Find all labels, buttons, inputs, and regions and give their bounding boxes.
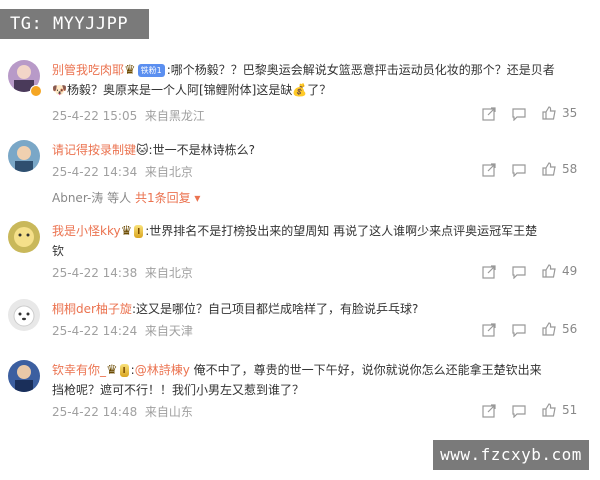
avatar-image [8, 360, 40, 392]
comment-meta: 25-4-22 14:38 来自北京 [52, 264, 193, 281]
comment-body-suffix: 了？ [307, 83, 332, 97]
share-icon[interactable] [482, 163, 496, 177]
avatar[interactable] [8, 299, 40, 331]
avatar[interactable] [8, 140, 40, 172]
level-badge: I [119, 364, 129, 377]
comment-body: :世一不是林诗栋么? [148, 143, 255, 157]
comment-text-line2: 钦 [52, 241, 64, 261]
verified-icon [30, 85, 42, 97]
like-icon[interactable] [542, 322, 556, 336]
comment-body: :这又是哪位？自己项目都烂成啥样了，有脸说乒乓球? [131, 302, 419, 316]
like-count: 35 [562, 106, 578, 120]
comment-body-line2: 钦 [52, 244, 65, 258]
comment-meta: 25-4-22 14:24 来自天津 [52, 322, 193, 339]
like-count: 49 [562, 264, 578, 278]
reply-count-link[interactable]: 共1条回复 [135, 191, 191, 205]
username[interactable]: 我是小怪kky [52, 224, 121, 238]
avatar[interactable] [8, 360, 40, 392]
like-icon[interactable] [542, 403, 556, 417]
comment-text: 我是小怪kky♛ I:世界排名不是打榜投出来的望周知 再说了这人谁啊少来点评奥运冠… [52, 221, 537, 242]
reply-user[interactable]: Abner-涛 [52, 191, 103, 205]
location: 来自山东 [144, 405, 193, 419]
username[interactable]: 请记得按录制键 [52, 143, 136, 157]
username[interactable]: 别管我吃肉耶 [52, 63, 124, 77]
like-count: 56 [562, 322, 578, 336]
like-count: 51 [562, 403, 578, 417]
comment-text-line2: 挡枪呢？遮可不行！！我们小男左又惹到谁了？ [52, 380, 304, 400]
username[interactable]: 桐桐der柚子旋 [52, 302, 132, 316]
timestamp: 25-4-22 14:34 [52, 165, 138, 179]
share-icon[interactable] [482, 323, 496, 337]
comment-text: 别管我吃肉耶♛ 铁粉1:哪个杨毅？？巴黎奥运会解说女篮恶意抨击运动员化妆的那个？还… [52, 60, 555, 81]
share-icon[interactable] [482, 265, 496, 279]
timestamp: 25-4-22 14:38 [52, 266, 138, 280]
crown-icon: ♛ [124, 62, 136, 78]
comment-icon[interactable] [512, 323, 526, 337]
watermark-bottom-right: www.fzcxyb.com [433, 440, 589, 470]
location: 来自黑龙江 [144, 109, 205, 123]
timestamp: 25-4-22 15:05 [52, 109, 138, 123]
mention-link[interactable]: @林詩棟y [135, 363, 190, 377]
avatar[interactable] [8, 221, 40, 253]
emoji-icon: 🐱 [136, 143, 149, 157]
comment-text: 请记得按录制键🐱:世一不是林诗栋么? [52, 140, 255, 160]
location: 来自天津 [144, 324, 193, 338]
level-badge: I [134, 225, 144, 238]
comment-icon[interactable] [512, 107, 526, 121]
like-icon[interactable] [542, 162, 556, 176]
avatar-image [8, 299, 40, 331]
comment-meta: 25-4-22 14:48 来自山东 [52, 403, 193, 420]
comment-text: 钦幸有你_♛ I:@林詩棟y 俺不中了，尊贵的世一下午好，说你就说你怎么还能拿王楚… [52, 360, 542, 381]
fan-badge: 铁粉1 [137, 64, 165, 77]
share-icon[interactable] [482, 404, 496, 418]
share-icon[interactable] [482, 107, 496, 121]
avatar-image [8, 140, 40, 172]
reply-summary[interactable]: Abner-涛 等人 共1条回复 ▾ [52, 188, 200, 208]
timestamp: 25-4-22 14:24 [52, 324, 138, 338]
like-icon[interactable] [542, 106, 556, 120]
location: 来自北京 [144, 266, 193, 280]
moneybag-icon: 💰 [292, 83, 308, 97]
emoji-icon: 🐶 [52, 83, 67, 97]
reply-mid: 等人 [103, 191, 135, 205]
chevron-down-icon[interactable]: ▾ [191, 191, 200, 205]
watermark-top-left: TG: MYYJJPP [0, 9, 149, 39]
comment-meta: 25-4-22 15:05 来自黑龙江 [52, 107, 205, 124]
comment-body: :世界排名不是打榜投出来的望周知 再说了这人谁啊少来点评奥运冠军王楚 [145, 224, 538, 238]
location: 来自北京 [144, 165, 193, 179]
comment-icon[interactable] [512, 265, 526, 279]
comment-icon[interactable] [512, 404, 526, 418]
avatar-image [8, 221, 40, 253]
crown-icon: ♛ [106, 362, 118, 378]
comment-text-line2: 🐶杨毅？奥原来是一个人阿[锦鲤附体]这是缺💰了？ [52, 80, 331, 100]
username[interactable]: 钦幸有你_ [52, 363, 106, 377]
comment-body: :哪个杨毅？？巴黎奥运会解说女篮恶意抨击运动员化妆的那个？还是贝者 [166, 63, 555, 77]
crown-icon: ♛ [120, 223, 133, 239]
comment-icon[interactable] [512, 163, 526, 177]
comment-body: 俺不中了，尊贵的世一下午好，说你就说你怎么还能拿王楚钦出来 [189, 363, 542, 377]
like-count: 58 [562, 162, 578, 176]
like-icon[interactable] [542, 264, 556, 278]
comment-meta: 25-4-22 14:34 来自北京 [52, 163, 193, 180]
comment-body-line2: 挡枪呢？遮可不行！！我们小男左又惹到谁了？ [52, 383, 305, 397]
comment-text: 桐桐der柚子旋:这又是哪位？自己项目都烂成啥样了，有脸说乒乓球? [52, 299, 418, 319]
comment-body-line2: 杨毅？奥原来是一个人阿[锦鲤附体]这是缺 [66, 83, 293, 97]
timestamp: 25-4-22 14:48 [52, 405, 138, 419]
